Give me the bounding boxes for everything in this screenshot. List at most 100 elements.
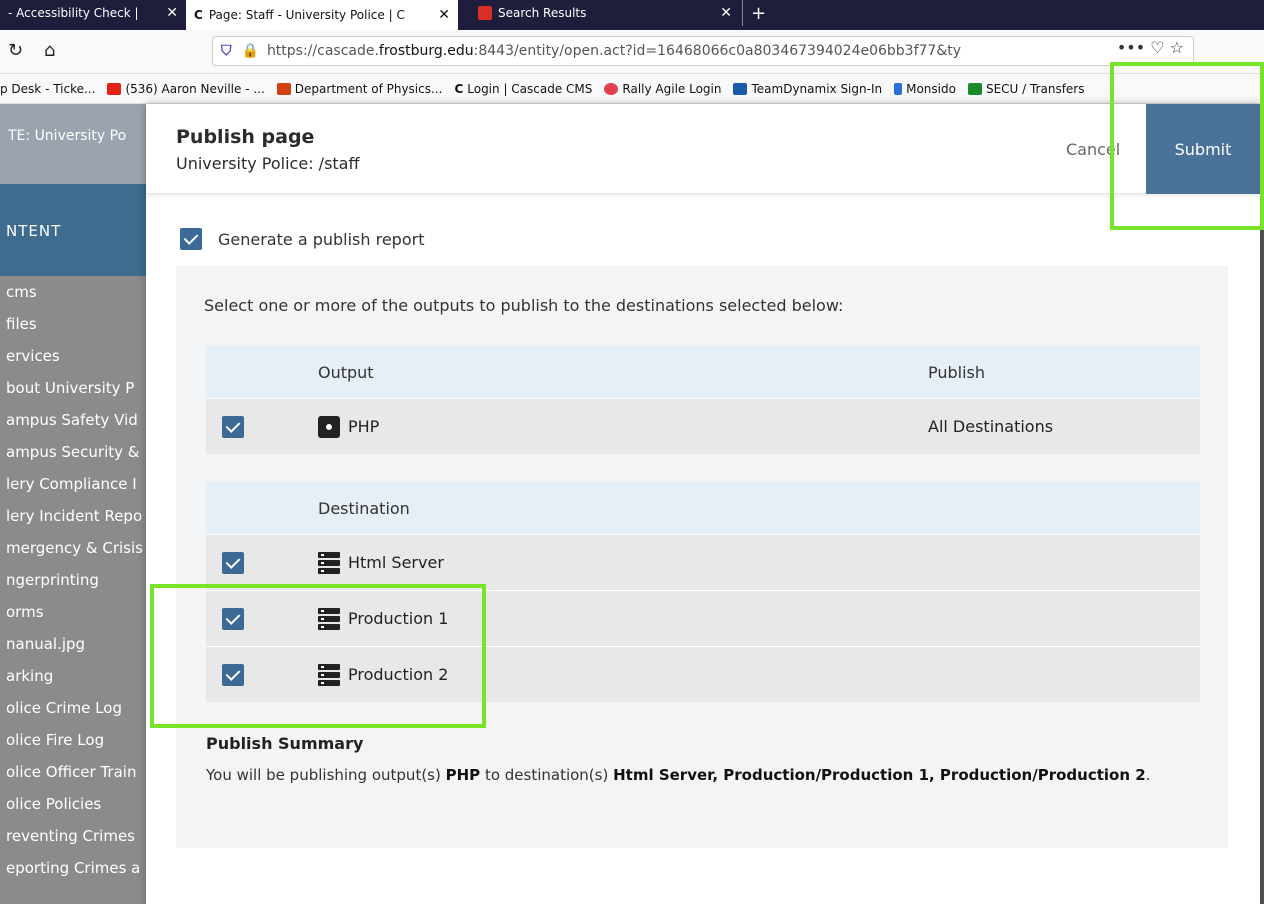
list-item: arking [6,667,54,685]
bookmark-label: SECU / Transfers [985,81,1085,96]
monsido-icon [894,82,903,95]
output-publish-value: All Destinations [928,417,1054,436]
checkbox-cell [222,399,244,454]
outputs-table: Output Publish PHP All Destinations [206,346,1200,454]
summary-destinations: Html Server, Production/Production 1, Pr… [613,766,1146,784]
bookmarks-bar: p Desk - Ticke... (536) Aaron Neville - … [0,74,1264,104]
list-item: ervices [6,347,60,365]
bookmark-item[interactable]: TeamDynamix Sign-In [733,82,882,96]
url-scheme: https://cascade. [266,43,379,59]
cms-content-list: cms files ervices bout University P ampu… [0,276,146,904]
url-path: :8443/entity/open.act?id=16468066c0a8034… [473,43,962,59]
home-icon[interactable]: ⌂ [44,40,55,61]
dialog-header: Publish page University Police: /staff C… [146,104,1260,194]
frostburg-icon [276,82,291,95]
bookmark-item[interactable]: (536) Aaron Neville - ... [107,81,265,96]
summary-middle: to destination(s) [480,766,614,784]
submit-highlight-box [1110,62,1264,230]
destination-html-server-checkbox[interactable] [222,551,244,574]
column-header-output: Output [318,362,374,382]
list-item: eporting Crimes a [6,859,141,877]
list-item: olice Crime Log [6,699,122,717]
cascade-icon: C [194,8,203,22]
destination-name-cell: Html Server [318,535,444,590]
rally-icon [604,82,619,95]
cascade-icon: C [454,81,464,96]
output-php-checkbox[interactable] [222,415,244,438]
new-tab-button[interactable]: + [742,0,774,26]
list-item: ngerprinting [6,571,99,589]
lock-icon: 🔒 [241,43,259,59]
list-item: cms [6,283,37,301]
outputs-table-header: Output Publish [206,346,1200,398]
gear-icon [318,415,340,438]
output-name-cell: PHP [318,399,379,454]
generate-report-option[interactable]: Generate a publish report [180,228,424,250]
bookmark-item[interactable]: Rally Agile Login [604,82,721,96]
close-icon[interactable]: ✕ [438,7,450,23]
list-item: lery Compliance I [6,475,137,493]
bookmark-label: Login | Cascade CMS [467,81,593,96]
secu-icon [967,82,982,95]
tab-label: - Accessibility Check | [8,6,139,20]
list-item: bout University P [6,379,135,397]
bookmark-label: TeamDynamix Sign-In [751,81,883,96]
instruction-text: Select one or more of the outputs to pub… [204,296,844,315]
bookmark-label: Rally Agile Login [622,81,722,96]
summary-output: PHP [445,766,481,784]
tab-search-results[interactable]: Search Results ✕ [470,0,740,26]
bookmark-item[interactable]: Department of Physics... [276,81,443,96]
list-item: lery Incident Repo [6,507,143,525]
list-item: ampus Safety Vid [6,411,138,429]
tab-page-staff[interactable]: C Page: Staff - University Police | C ✕ [186,0,458,30]
summary-prefix: You will be publishing output(s) [206,766,446,784]
column-header-destination: Destination [318,498,410,518]
generate-report-label: Generate a publish report [218,229,425,249]
summary-suffix: . [1145,766,1151,784]
close-icon[interactable]: ✕ [720,5,732,21]
browser-tab-bar: - Accessibility Check | ✕ C Page: Staff … [0,0,1264,30]
bookmark-item[interactable]: p Desk - Ticke... [0,82,95,96]
list-item: mergency & Crisis [6,539,143,557]
checkbox-cell [222,535,244,590]
cms-content-header: NTENT [0,184,146,276]
tab-label: Page: Staff - University Police | C [208,8,405,22]
url-bar[interactable]: ⛉ 🔒 https://cascade. frostburg.edu:8443/e… [212,36,1194,66]
search-results-icon [478,6,492,20]
production-highlight-box [150,584,486,728]
publish-dialog: Publish page University Police: /staff C… [146,104,1260,904]
table-row: PHP All Destinations [206,398,1200,454]
close-icon[interactable]: ✕ [166,5,178,21]
bookmark-item[interactable]: SECU / Transfers [967,81,1085,96]
list-item: files [6,315,37,333]
bookmark-item[interactable]: C Login | Cascade CMS [454,82,592,96]
publish-summary-title: Publish Summary [206,734,364,753]
dialog-title: Publish page [176,126,315,148]
list-item: olice Officer Train [6,763,137,781]
tab-accessibility-check[interactable]: - Accessibility Check | ✕ [0,0,186,26]
list-item: ampus Security & [6,443,140,461]
url-domain: frostburg.edu [378,43,474,59]
bookmark-label: p Desk - Ticke... [0,81,96,96]
destinations-table-header: Destination [206,482,1200,534]
url-actions[interactable]: ••• ♡ ☆ [1117,38,1184,57]
list-item: reventing Crimes [6,827,135,845]
list-item: olice Fire Log [6,731,105,749]
bookmark-label: Department of Physics... [294,81,443,96]
tab-label: Search Results [498,6,587,20]
dialog-subtitle: University Police: /staff [176,154,360,173]
bookmark-label: (536) Aaron Neville - ... [125,81,265,96]
cms-right-edge [1260,184,1264,904]
list-item: orms [6,603,44,621]
generate-report-checkbox[interactable] [180,228,202,250]
server-icon [318,551,340,574]
bookmark-item[interactable]: Monsido [894,82,956,96]
bookmark-label: Monsido [906,81,956,96]
publish-options-panel: Select one or more of the outputs to pub… [176,266,1228,848]
browser-navbar: ↻ ⌂ ⛉ 🔒 https://cascade. frostburg.edu:84… [0,30,1264,74]
cms-site-label: TE: University Po [8,128,127,144]
table-row: Html Server [206,534,1200,590]
output-name: PHP [348,417,380,436]
reload-icon[interactable]: ↻ [8,40,23,61]
youtube-icon [107,82,122,95]
